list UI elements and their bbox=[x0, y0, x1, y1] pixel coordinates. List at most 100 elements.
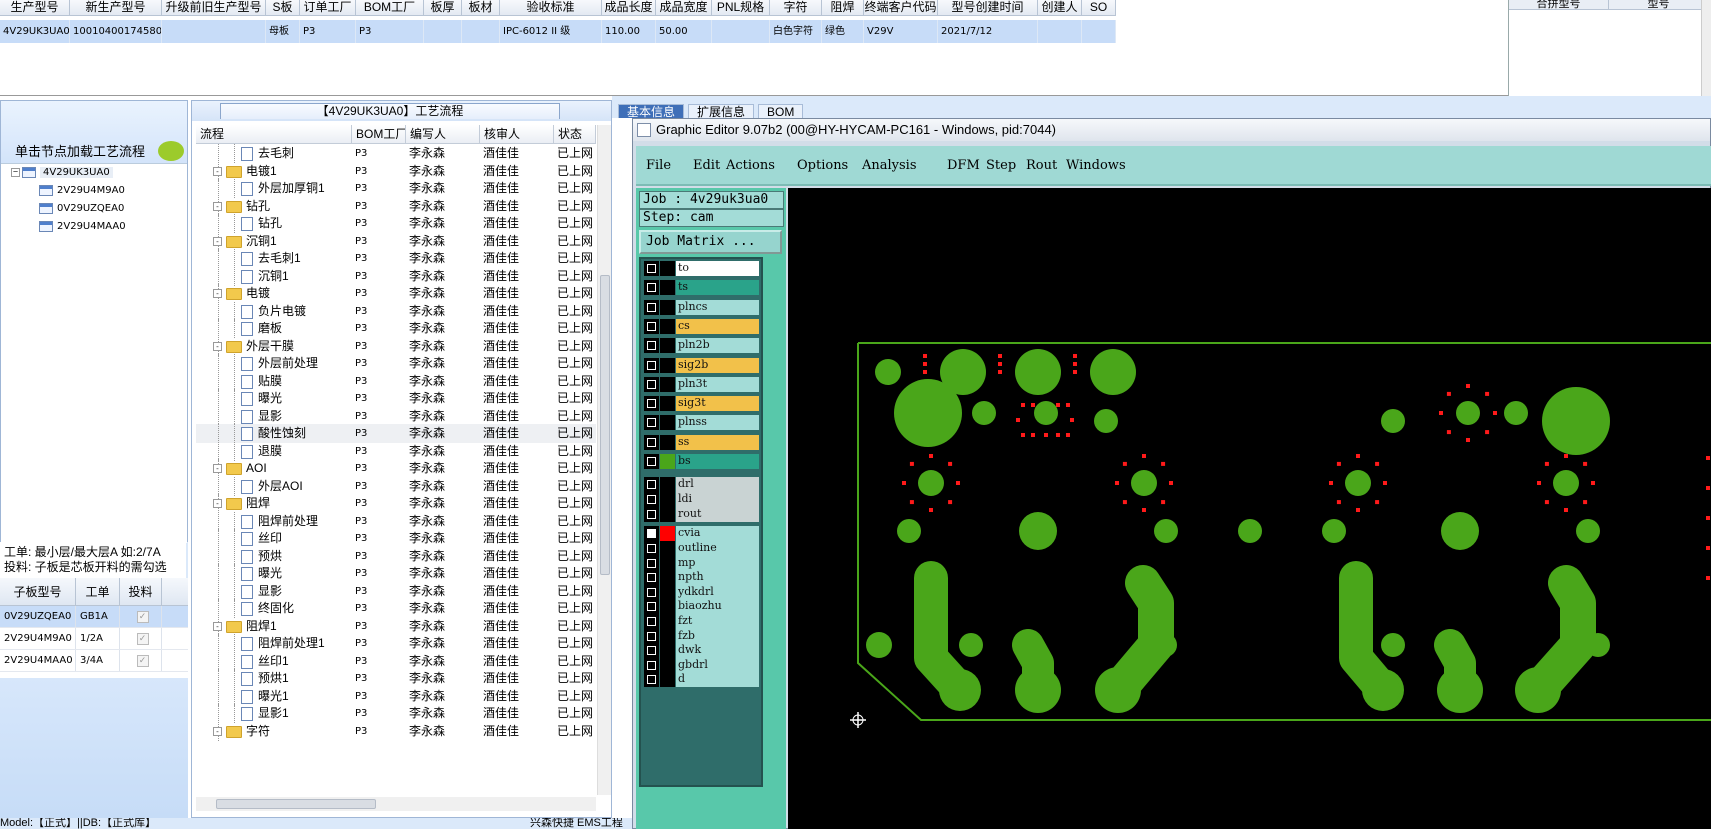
layer-checkbox[interactable] bbox=[644, 540, 659, 556]
layer-row[interactable]: drl bbox=[644, 477, 759, 493]
table-row[interactable]: 0V29UZQEA0 GB1A ✓ bbox=[0, 606, 188, 628]
grid-cell[interactable] bbox=[712, 20, 770, 43]
layer-name[interactable]: to bbox=[676, 261, 759, 276]
process-row[interactable]: - AOI P3 李永森 酒佳佳 已上网 bbox=[196, 459, 596, 478]
layer-checkbox[interactable] bbox=[644, 526, 659, 542]
layer-color-swatch[interactable] bbox=[660, 526, 675, 542]
process-row[interactable]: 沉铜1 P3 李永森 酒佳佳 已上网 bbox=[196, 266, 596, 286]
job-matrix-button[interactable]: Job Matrix ... bbox=[639, 230, 782, 254]
grid-cell[interactable] bbox=[424, 20, 462, 43]
tree-child-node[interactable]: 2V29U4MAA0 bbox=[39, 220, 126, 234]
layer-color-swatch[interactable] bbox=[660, 584, 675, 600]
grid-column-header[interactable]: 升级前旧生产型号 bbox=[162, 0, 266, 15]
layer-checkbox[interactable] bbox=[644, 628, 659, 644]
merge-model-scrollbar[interactable] bbox=[1701, 0, 1711, 96]
tab-bom[interactable]: BOM bbox=[758, 104, 804, 119]
layer-row[interactable]: d bbox=[644, 672, 759, 688]
layer-name[interactable]: sig2b bbox=[676, 357, 759, 373]
layer-name[interactable]: ss bbox=[676, 434, 759, 450]
layer-checkbox[interactable] bbox=[644, 657, 659, 673]
grid-column-header[interactable]: 终端客户代码 bbox=[864, 0, 938, 15]
scroll-thumb[interactable] bbox=[600, 275, 610, 575]
layer-row[interactable]: npth bbox=[644, 570, 759, 586]
layer-color-swatch[interactable] bbox=[660, 643, 675, 659]
layer-color-swatch[interactable] bbox=[660, 396, 675, 412]
grid-cell[interactable] bbox=[462, 20, 500, 43]
layer-color-swatch[interactable] bbox=[660, 415, 675, 431]
layer-checkbox[interactable] bbox=[644, 434, 659, 450]
menu-options[interactable]: Options bbox=[797, 158, 848, 173]
tree-toggle-icon[interactable]: ─ bbox=[11, 167, 20, 177]
grid-column-header[interactable]: 阻焊 bbox=[822, 0, 864, 15]
layer-checkbox[interactable] bbox=[644, 477, 659, 493]
grid-column-header[interactable]: 生产型号 bbox=[0, 0, 70, 15]
layer-name[interactable]: plnss bbox=[676, 415, 759, 431]
grid-column-header[interactable]: SO bbox=[1082, 0, 1116, 15]
menu-file[interactable]: File bbox=[646, 158, 671, 173]
layer-row[interactable]: fzt bbox=[644, 613, 759, 629]
layer-row[interactable]: ss bbox=[644, 434, 759, 450]
grid-cell[interactable]: 2021/7/12 bbox=[938, 20, 1038, 43]
grid-column-header[interactable]: 成品长度 bbox=[602, 0, 656, 15]
layer-row[interactable]: cs bbox=[644, 318, 759, 334]
model-grid-row[interactable]: 4V29UK3UA0 10010400174580 母板 P3 P3 IPC-6012 I… bbox=[0, 20, 1116, 43]
layer-name[interactable]: gbdrl bbox=[676, 657, 759, 673]
layer-row[interactable]: ts bbox=[644, 280, 759, 296]
process-row[interactable]: 曝光 P3 李永森 酒佳佳 已上网 bbox=[196, 389, 596, 408]
layer-color-swatch[interactable] bbox=[660, 299, 675, 315]
tree-root-node[interactable]: ─ 4V29UK3UA0 bbox=[11, 166, 113, 180]
layer-name[interactable]: sig3t bbox=[676, 396, 759, 412]
layer-row[interactable]: outline bbox=[644, 540, 759, 556]
process-row[interactable]: - 电镀1 P3 李永森 酒佳佳 已上网 bbox=[196, 161, 596, 181]
process-row[interactable]: 外层加厚铜1 P3 李永森 酒佳佳 已上网 bbox=[196, 179, 596, 198]
grid-cell[interactable]: 4V29UK3UA0 bbox=[0, 20, 70, 43]
work-order-column[interactable]: 工单 bbox=[76, 578, 120, 605]
layer-checkbox[interactable] bbox=[644, 280, 659, 296]
layer-color-swatch[interactable] bbox=[660, 357, 675, 373]
grid-cell[interactable] bbox=[1082, 20, 1116, 43]
tree-toggle-icon[interactable]: - bbox=[213, 726, 222, 736]
merge-model-column[interactable]: 合拼型号 bbox=[1509, 0, 1609, 9]
feed-column[interactable]: 投料 bbox=[120, 578, 162, 605]
pcb-canvas[interactable] bbox=[788, 188, 1711, 829]
process-row[interactable]: 去毛刺1 P3 李永森 酒佳佳 已上网 bbox=[196, 249, 596, 268]
process-row[interactable]: - 电镀 P3 李永森 酒佳佳 已上网 bbox=[196, 284, 596, 303]
process-row[interactable]: 阻焊前处理1 P3 李永森 酒佳佳 已上网 bbox=[196, 634, 596, 653]
layer-name[interactable]: rout bbox=[676, 507, 759, 523]
layer-name[interactable]: plncs bbox=[676, 299, 759, 315]
feed-checkbox[interactable]: ✓ bbox=[136, 655, 149, 667]
layer-row[interactable]: ldi bbox=[644, 492, 759, 508]
grid-cell[interactable]: IPC-6012 II 级 bbox=[500, 20, 602, 43]
layer-row[interactable]: plnss bbox=[644, 415, 759, 431]
model-column[interactable]: 型号 bbox=[1609, 0, 1709, 9]
menu-analysis[interactable]: Analysis bbox=[862, 158, 917, 173]
grid-column-header[interactable]: 板厚 bbox=[424, 0, 462, 15]
grid-column-header[interactable]: S板 bbox=[266, 0, 300, 15]
layer-row[interactable]: sig2b bbox=[644, 357, 759, 373]
menu-actions[interactable]: Actions bbox=[726, 158, 775, 173]
layer-checkbox[interactable] bbox=[644, 555, 659, 571]
layer-name[interactable]: bs bbox=[676, 454, 759, 469]
grid-cell[interactable]: 50.00 bbox=[656, 20, 712, 43]
layer-color-swatch[interactable] bbox=[660, 376, 675, 392]
tree-toggle-icon[interactable]: - bbox=[213, 464, 222, 473]
process-row[interactable]: - 字符 P3 李永森 酒佳佳 已上网 bbox=[196, 721, 596, 741]
layer-name[interactable]: ldi bbox=[676, 492, 759, 508]
layer-checkbox[interactable] bbox=[644, 643, 659, 659]
reviewer-column[interactable]: 核审人 bbox=[480, 125, 554, 143]
layer-color-swatch[interactable] bbox=[660, 555, 675, 571]
layer-color-swatch[interactable] bbox=[660, 613, 675, 629]
layer-row[interactable]: sig3t bbox=[644, 396, 759, 412]
layer-color-swatch[interactable] bbox=[660, 507, 675, 523]
process-row[interactable]: 预烘1 P3 李永森 酒佳佳 已上网 bbox=[196, 669, 596, 688]
grid-column-header[interactable]: 板材 bbox=[462, 0, 500, 15]
process-row[interactable]: 丝印1 P3 李永森 酒佳佳 已上网 bbox=[196, 651, 596, 671]
layer-name[interactable]: biaozhu bbox=[676, 599, 759, 615]
layer-name[interactable]: mp bbox=[676, 555, 759, 571]
sub-board-model-column[interactable]: 子板型号 bbox=[0, 578, 76, 605]
tree-toggle-icon[interactable]: - bbox=[213, 201, 222, 211]
process-row[interactable]: 外层AOI P3 李永森 酒佳佳 已上网 bbox=[196, 476, 596, 496]
layer-color-swatch[interactable] bbox=[660, 628, 675, 644]
layer-row[interactable]: pln3t bbox=[644, 376, 759, 392]
menu-step[interactable]: Step bbox=[986, 158, 1016, 173]
